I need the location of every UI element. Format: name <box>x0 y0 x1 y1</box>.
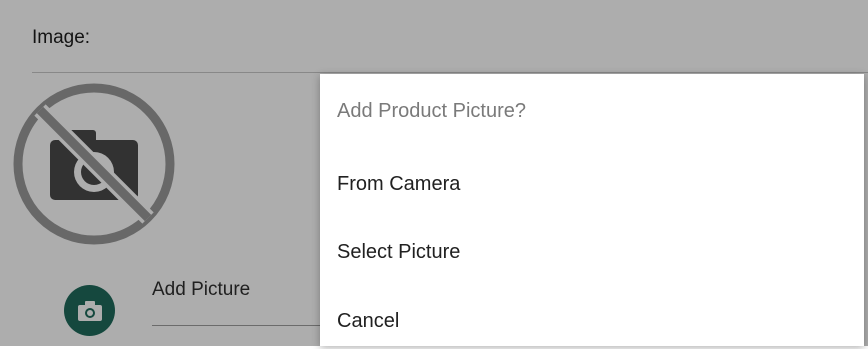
dialog-title: Add Product Picture? <box>337 100 526 122</box>
add-picture-dialog: Add Product Picture? From Camera Select … <box>320 74 864 346</box>
cancel-option[interactable]: Cancel <box>320 293 864 349</box>
select-picture-option[interactable]: Select Picture <box>320 224 864 280</box>
from-camera-option[interactable]: From Camera <box>320 156 864 212</box>
